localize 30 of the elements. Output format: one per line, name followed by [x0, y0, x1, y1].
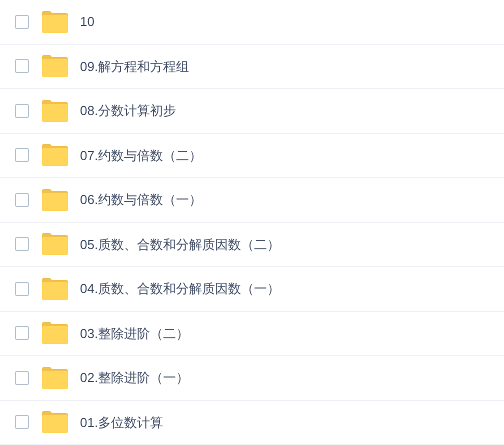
folder-icon [42, 322, 68, 344]
folder-icon [42, 55, 68, 78]
folder-name[interactable]: 07.约数与倍数（二） [80, 146, 202, 165]
checkbox[interactable] [15, 326, 29, 340]
folder-name[interactable]: 04.质数、合数和分解质因数（一） [80, 279, 280, 298]
folder-icon [42, 100, 68, 122]
folder-icon [42, 188, 68, 211]
folder-name[interactable]: 06.约数与倍数（一） [80, 190, 202, 210]
folder-icon [42, 366, 68, 389]
folder-name[interactable]: 03.整除进阶（二） [80, 324, 190, 343]
folder-icon [42, 10, 68, 33]
checkbox[interactable] [15, 148, 29, 162]
folder-icon [42, 278, 68, 300]
folder-name[interactable]: 08.分数计算初步 [80, 101, 176, 120]
checkbox[interactable] [15, 59, 29, 74]
folder-icon [42, 144, 68, 166]
folder-name[interactable]: 05.质数、合数和分解质因数（二） [80, 234, 280, 254]
checkbox[interactable] [15, 370, 29, 385]
folder-icon [42, 233, 68, 256]
folder-name[interactable]: 10 [80, 12, 94, 32]
checkbox[interactable] [15, 14, 29, 29]
checkbox[interactable] [15, 192, 29, 207]
folder-name[interactable]: 02.整除进阶（一） [80, 368, 190, 388]
checkbox[interactable] [15, 415, 29, 430]
folder-name[interactable]: 09.解方程和方程组 [80, 56, 190, 76]
checkbox[interactable] [15, 237, 29, 252]
folder-name[interactable]: 01.多位数计算 [80, 412, 164, 432]
checkbox[interactable] [15, 282, 29, 296]
checkbox[interactable] [15, 104, 29, 118]
folder-icon [42, 411, 68, 434]
